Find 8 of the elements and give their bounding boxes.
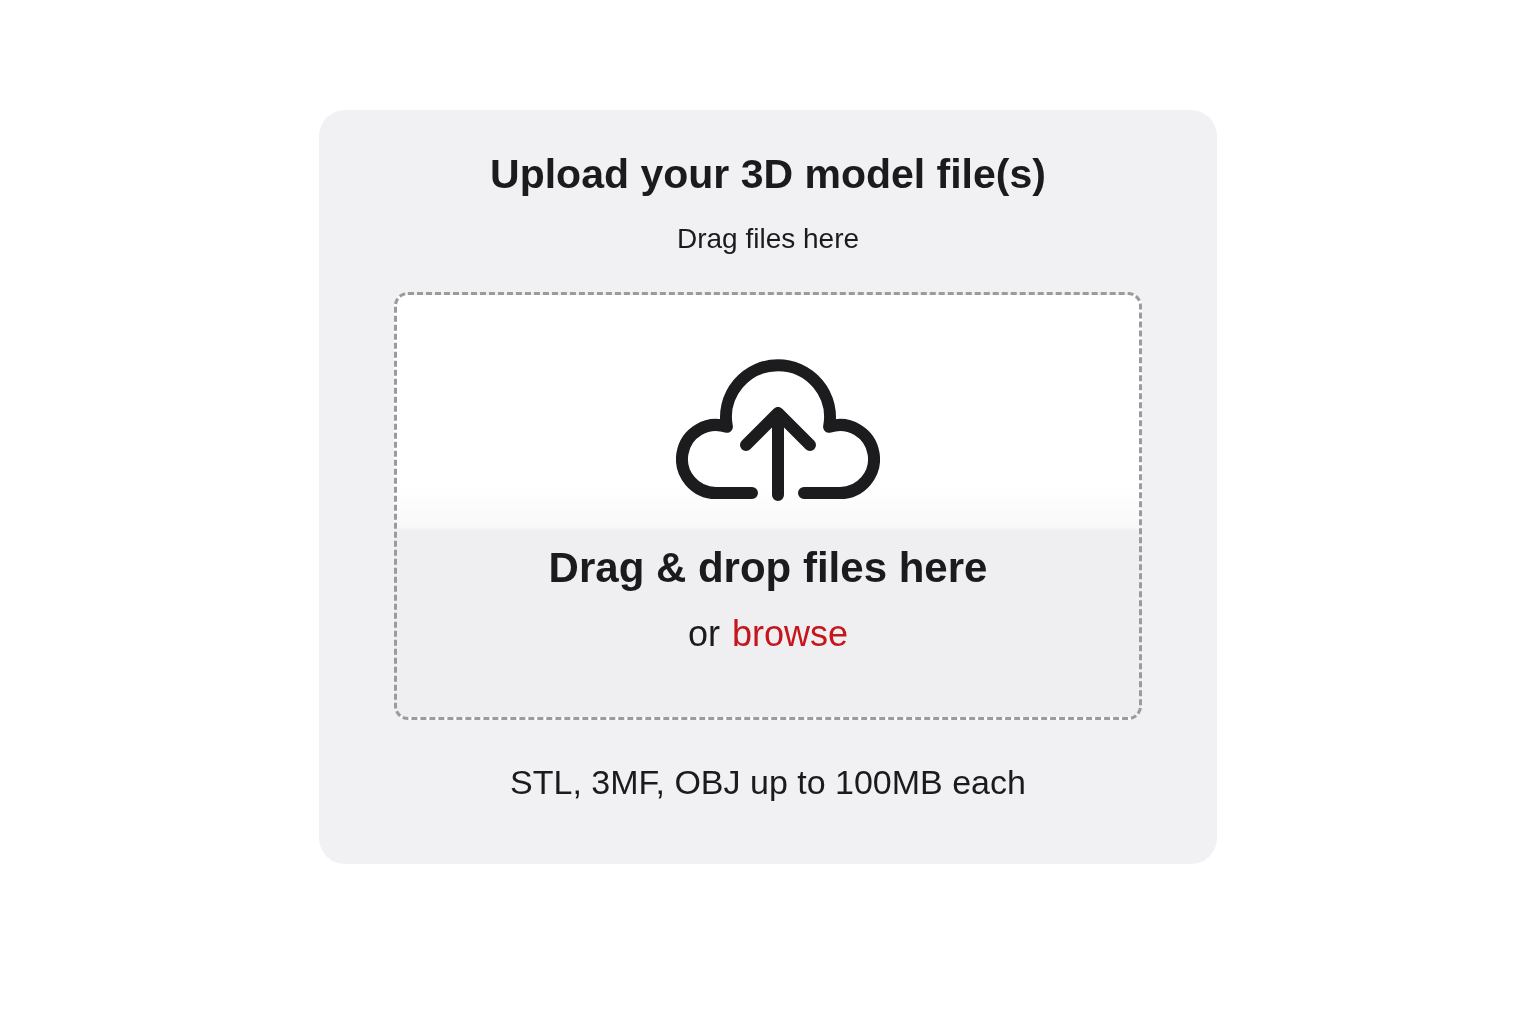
drop-zone-heading: Drag & drop files here	[548, 543, 988, 593]
card-subtitle: Drag files here	[676, 222, 860, 256]
browse-link[interactable]: browse	[731, 613, 849, 655]
browse-prompt: or	[687, 613, 720, 655]
drop-zone[interactable]: Drag & drop files here or browse	[394, 292, 1142, 720]
card-title: Upload your 3D model file(s)	[490, 150, 1046, 198]
file-types-note: STL, 3MF, OBJ up to 100MB each	[510, 762, 1026, 802]
cloud-upload-icon	[676, 359, 880, 501]
